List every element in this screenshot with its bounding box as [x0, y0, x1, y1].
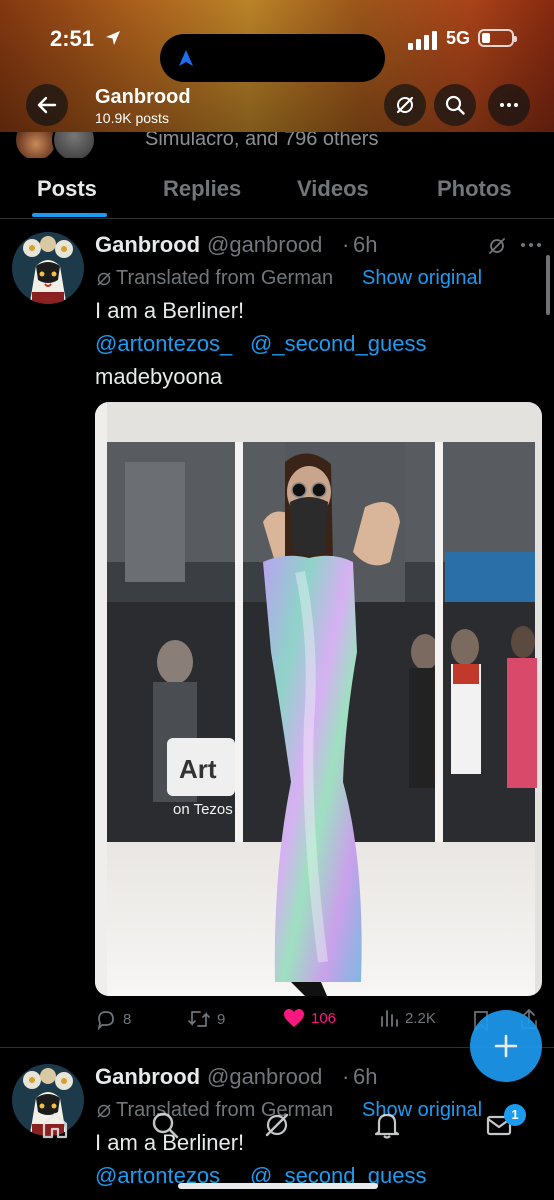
sign-ontezos-text: on Tezos — [173, 801, 233, 818]
photo-woman-iridescent-dress: Art on Tezos — [95, 402, 542, 996]
network-type: 5G — [446, 28, 471, 48]
profile-header-banner: 2:51 5G Ganbrood 10.9K posts — [0, 0, 554, 132]
location-arrow-icon — [106, 31, 120, 45]
translate-icon — [97, 272, 111, 286]
tab-posts[interactable]: Posts — [37, 176, 97, 202]
compose-post-button[interactable] — [470, 1010, 542, 1082]
post-text: I am a Berliner! — [95, 298, 245, 323]
tab-photos[interactable]: Photos — [437, 176, 512, 202]
sign-art-text: Art — [179, 754, 217, 784]
back-button[interactable] — [26, 84, 68, 126]
grok-button[interactable] — [384, 84, 426, 126]
home-icon — [42, 1112, 68, 1139]
reply-icon — [97, 1011, 114, 1030]
back-arrow-icon — [37, 96, 57, 114]
grok-icon — [396, 96, 414, 114]
bottom-navigation — [0, 1100, 554, 1160]
translated-label: Translated from German — [116, 267, 334, 289]
profile-tabs: Posts Replies Videos Photos — [0, 160, 554, 219]
search-icon — [152, 1112, 179, 1139]
mention-link[interactable]: @artontezos_ — [95, 331, 232, 357]
home-indicator[interactable] — [178, 1183, 378, 1189]
author-name[interactable]: Ganbrood — [95, 232, 200, 258]
messages-badge: 1 — [504, 1104, 526, 1126]
active-tab-indicator — [32, 213, 107, 217]
post[interactable]: Ganbrood @ganbrood · 6h Translated from … — [0, 218, 554, 1048]
tab-videos[interactable]: Videos — [297, 176, 369, 202]
post-count: 10.9K posts — [95, 110, 169, 126]
post-time[interactable]: 6h — [353, 1064, 377, 1090]
profile-navbar: Ganbrood 10.9K posts — [0, 82, 554, 130]
repost-button[interactable]: 9 — [187, 1008, 225, 1030]
follower-avatar — [52, 132, 96, 158]
nav-search[interactable] — [148, 1108, 182, 1142]
more-dots-icon — [500, 103, 518, 107]
views-count: 2.2K — [405, 1009, 436, 1027]
separator-dot: · — [342, 232, 350, 257]
avatar[interactable] — [12, 232, 84, 304]
tab-replies[interactable]: Replies — [163, 176, 241, 202]
like-button[interactable]: 106 — [283, 1008, 336, 1028]
followers-text: Simulacro, and 796 others — [145, 132, 379, 150]
mention-link[interactable]: @_second_guess — [250, 331, 426, 357]
post-time[interactable]: 6h — [353, 232, 377, 258]
nav-notifications[interactable] — [370, 1108, 404, 1142]
reply-button[interactable]: 8 — [95, 1008, 131, 1030]
battery-icon — [478, 29, 517, 47]
plus-icon — [494, 1034, 518, 1058]
author-handle[interactable]: @ganbrood — [207, 1064, 322, 1090]
show-original-link[interactable]: Show original — [362, 267, 482, 290]
author-name[interactable]: Ganbrood — [95, 1064, 200, 1090]
more-options-button[interactable] — [488, 84, 530, 126]
grok-icon — [265, 1113, 289, 1137]
nav-home[interactable] — [38, 1108, 72, 1142]
search-icon — [445, 95, 465, 115]
search-button[interactable] — [434, 84, 476, 126]
author-handle[interactable]: @ganbrood — [207, 232, 322, 258]
avatar-image — [12, 232, 84, 304]
nav-grok[interactable] — [260, 1108, 294, 1142]
views-chart-icon — [381, 1010, 398, 1027]
status-bar: 2:51 5G — [0, 20, 554, 82]
more-dots-icon[interactable] — [520, 242, 542, 248]
bell-icon — [374, 1113, 400, 1139]
separator-dot: · — [342, 1064, 350, 1089]
reply-count: 8 — [123, 1010, 132, 1028]
profile-name-title: Ganbrood — [95, 86, 191, 108]
signal-bars-icon — [408, 31, 437, 50]
post-photo[interactable]: Art on Tezos — [95, 402, 542, 996]
grok-icon[interactable] — [487, 236, 507, 256]
heart-filled-icon — [284, 1009, 304, 1027]
repost-icon — [188, 1011, 210, 1027]
credit-text: madebyoona — [95, 364, 223, 389]
status-time: 2:51 — [50, 26, 95, 51]
views-button[interactable]: 2.2K — [379, 1008, 436, 1028]
dynamic-island — [160, 34, 385, 82]
navigation-arrow-icon — [179, 50, 193, 66]
like-count: 106 — [311, 1009, 337, 1027]
repost-count: 9 — [217, 1010, 226, 1028]
followers-you-know[interactable]: Simulacro, and 796 others — [0, 132, 554, 158]
